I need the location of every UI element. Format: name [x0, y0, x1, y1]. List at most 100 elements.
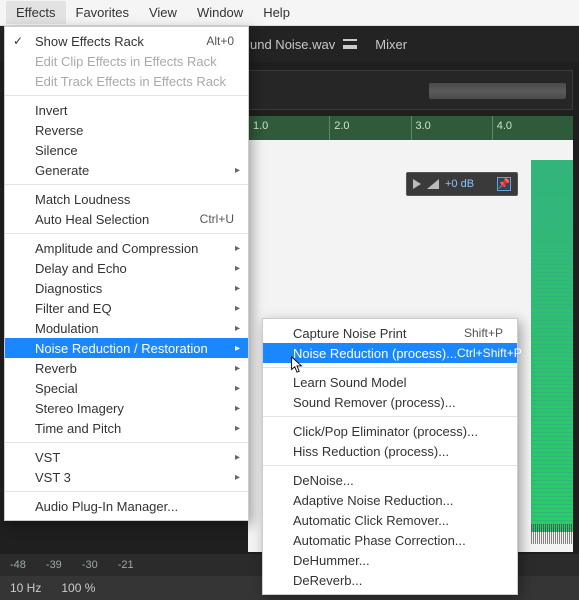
menu-item-label: Filter and EQ	[35, 301, 112, 316]
menu-item-label: Amplitude and Compression	[35, 241, 198, 256]
menu-item-label: Silence	[35, 143, 78, 158]
overview-waveform[interactable]	[248, 70, 573, 110]
menu-separator	[5, 95, 248, 96]
menu-item-vst[interactable]: VST	[5, 447, 248, 467]
menu-item-label: Time and Pitch	[35, 421, 121, 436]
menu-item-learn-sound-model[interactable]: Learn Sound Model	[263, 372, 517, 392]
menu-item-label: Automatic Phase Correction...	[293, 533, 466, 548]
menu-item-label: VST 3	[35, 470, 71, 485]
menu-item-label: Noise Reduction / Restoration	[35, 341, 208, 356]
menu-separator	[263, 416, 517, 417]
menu-item-delay-echo[interactable]: Delay and Echo	[5, 258, 248, 278]
gain-value: +0 dB	[445, 178, 474, 190]
menu-item-label: Generate	[35, 163, 89, 178]
menu-item-label: Diagnostics	[35, 281, 102, 296]
menu-separator	[263, 465, 517, 466]
menu-item-label: Stereo Imagery	[35, 401, 124, 416]
menu-item-vst3[interactable]: VST 3	[5, 467, 248, 487]
ruler-tick: 2.0	[329, 116, 410, 140]
menu-item-label: Special	[35, 381, 78, 396]
menu-item-reverse[interactable]: Reverse	[5, 120, 248, 140]
menu-item-label: Auto Heal Selection	[35, 212, 149, 227]
waveform-graphic	[531, 160, 573, 532]
waveform-graphic-small	[531, 524, 573, 544]
menu-item-filter-eq[interactable]: Filter and EQ	[5, 298, 248, 318]
menu-item-label: Reverse	[35, 123, 83, 138]
hamburger-icon[interactable]	[343, 39, 357, 49]
menu-window[interactable]: Window	[187, 1, 253, 24]
menu-item-denoise[interactable]: DeNoise...	[263, 470, 517, 490]
gain-hud[interactable]: +0 dB 📌	[406, 172, 518, 196]
time-ruler[interactable]: 1.0 2.0 3.0 4.0	[248, 116, 573, 140]
menu-item-label: DeHummer...	[293, 553, 370, 568]
status-hz: 10 Hz	[10, 581, 41, 595]
menu-item-label: Reverb	[35, 361, 77, 376]
menu-item-automatic-click-remover[interactable]: Automatic Click Remover...	[263, 510, 517, 530]
menu-item-shortcut: Ctrl+U	[200, 212, 234, 226]
menu-item-automatic-phase-correction[interactable]: Automatic Phase Correction...	[263, 530, 517, 550]
menu-item-diagnostics[interactable]: Diagnostics	[5, 278, 248, 298]
menu-item-label: Hiss Reduction (process)...	[293, 444, 449, 459]
menu-item-shortcut: Shift+P	[464, 326, 503, 340]
ruler-tick: 1.0	[248, 116, 329, 140]
menu-item-click-pop-eliminator[interactable]: Click/Pop Eliminator (process)...	[263, 421, 517, 441]
menu-item-label: DeReverb...	[293, 573, 362, 588]
menu-item-label: Learn Sound Model	[293, 375, 406, 390]
menu-item-label: DeNoise...	[293, 473, 354, 488]
menu-favorites[interactable]: Favorites	[66, 1, 139, 24]
menu-item-silence[interactable]: Silence	[5, 140, 248, 160]
menu-item-amplitude-compression[interactable]: Amplitude and Compression	[5, 238, 248, 258]
menu-separator	[5, 491, 248, 492]
menu-help[interactable]: Help	[253, 1, 300, 24]
menu-item-modulation[interactable]: Modulation	[5, 318, 248, 338]
menu-item-sound-remover[interactable]: Sound Remover (process)...	[263, 392, 517, 412]
file-tab-label: und Noise.wav	[250, 37, 335, 52]
menu-item-time-pitch[interactable]: Time and Pitch	[5, 418, 248, 438]
level-tick: -30	[82, 559, 98, 571]
menu-item-label: Show Effects Rack	[35, 34, 144, 49]
menu-item-match-loudness[interactable]: Match Loudness	[5, 189, 248, 209]
menu-item-noise-reduction-restoration[interactable]: Noise Reduction / Restoration	[5, 338, 248, 358]
menu-item-label: Edit Clip Effects in Effects Rack	[35, 54, 217, 69]
menu-item-plugin-manager[interactable]: Audio Plug-In Manager...	[5, 496, 248, 516]
menu-separator	[5, 184, 248, 185]
menu-item-label: Capture Noise Print	[293, 326, 406, 341]
pin-button[interactable]: 📌	[497, 177, 511, 191]
menu-item-show-effects-rack[interactable]: ✓ Show Effects Rack Alt+0	[5, 31, 248, 51]
menu-item-label: Click/Pop Eliminator (process)...	[293, 424, 478, 439]
menu-item-auto-heal[interactable]: Auto Heal Selection Ctrl+U	[5, 209, 248, 229]
menu-item-label: Modulation	[35, 321, 99, 336]
menu-item-stereo-imagery[interactable]: Stereo Imagery	[5, 398, 248, 418]
level-tick: -39	[46, 559, 62, 571]
menu-item-adaptive-noise-reduction[interactable]: Adaptive Noise Reduction...	[263, 490, 517, 510]
menu-item-hiss-reduction[interactable]: Hiss Reduction (process)...	[263, 441, 517, 461]
menu-item-label: Audio Plug-In Manager...	[35, 499, 178, 514]
effects-menu: ✓ Show Effects Rack Alt+0 Edit Clip Effe…	[4, 26, 249, 521]
menu-separator	[5, 442, 248, 443]
checkmark-icon: ✓	[13, 34, 23, 48]
mixer-tab-label: Mixer	[375, 37, 407, 52]
menu-item-edit-clip-effects: Edit Clip Effects in Effects Rack	[5, 51, 248, 71]
waveform-thumbnail	[429, 83, 566, 99]
menu-effects[interactable]: Effects	[6, 1, 66, 24]
menu-item-label: Automatic Click Remover...	[293, 513, 449, 528]
level-tick: -48	[10, 559, 26, 571]
menu-item-dehummer[interactable]: DeHummer...	[263, 550, 517, 570]
play-icon	[413, 179, 421, 189]
menu-bar: Effects Favorites View Window Help	[0, 0, 579, 26]
mixer-tab[interactable]: Mixer	[375, 37, 407, 52]
menu-item-label: Delay and Echo	[35, 261, 127, 276]
volume-icon	[427, 179, 439, 189]
file-tab[interactable]: und Noise.wav	[250, 37, 357, 52]
menu-item-special[interactable]: Special	[5, 378, 248, 398]
ruler-tick: 3.0	[411, 116, 492, 140]
menu-item-generate[interactable]: Generate	[5, 160, 248, 180]
menu-view[interactable]: View	[139, 1, 187, 24]
status-zoom: 100 %	[61, 581, 95, 595]
menu-item-capture-noise-print[interactable]: Capture Noise Print Shift+P	[263, 323, 517, 343]
menu-item-dereverb[interactable]: DeReverb...	[263, 570, 517, 590]
menu-item-invert[interactable]: Invert	[5, 100, 248, 120]
menu-item-reverb[interactable]: Reverb	[5, 358, 248, 378]
menu-item-edit-track-effects: Edit Track Effects in Effects Rack	[5, 71, 248, 91]
menu-item-label: Noise Reduction (process)...	[293, 346, 457, 361]
